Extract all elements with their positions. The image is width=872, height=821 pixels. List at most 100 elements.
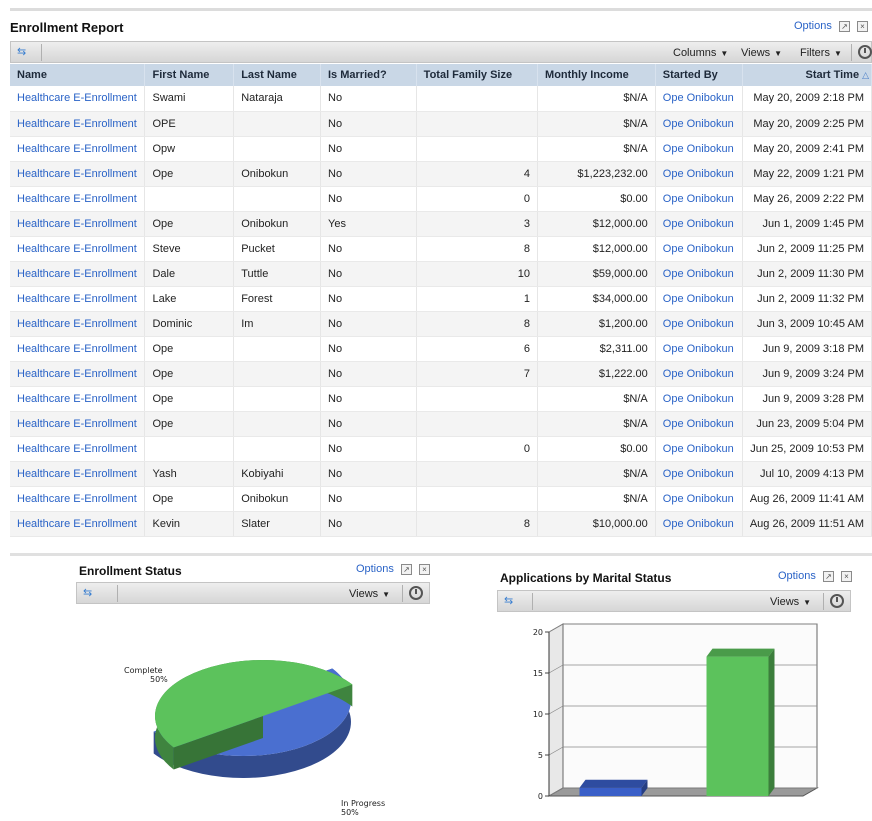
cell-started-by[interactable]: Ope Onibokun [655, 461, 743, 487]
cell-last-name [233, 411, 321, 437]
cell-name[interactable]: Healthcare E-Enrollment [10, 211, 146, 237]
cell-started-by[interactable]: Ope Onibokun [655, 286, 743, 312]
col-header-is-married[interactable]: Is Married? [320, 64, 417, 86]
cell-started-by[interactable]: Ope Onibokun [655, 186, 743, 212]
filters-menu[interactable]: Filters ▼ [800, 47, 842, 59]
table-row[interactable]: Healthcare E-Enrollment Yash Kobiyahi No $N/… [10, 461, 872, 487]
table-row[interactable]: Healthcare E-Enrollment Ope No $N/A Ope Onib… [10, 386, 872, 412]
report-title: Enrollment Report [10, 20, 124, 35]
cell-started-by[interactable]: Ope Onibokun [655, 261, 743, 287]
cell-name[interactable]: Healthcare E-Enrollment [10, 286, 146, 312]
history-icon[interactable] [830, 594, 844, 608]
cell-name[interactable]: Healthcare E-Enrollment [10, 186, 146, 212]
columns-menu[interactable]: Columns ▼ [673, 47, 728, 59]
table-row[interactable]: Healthcare E-Enrollment Ope No 7 $1,222.00 Op… [10, 361, 872, 387]
col-header-name[interactable]: Name [10, 64, 146, 86]
cell-first-name: Yash [144, 461, 235, 487]
status-window-controls: Options ↗ × [356, 563, 430, 575]
marital-toolbar: ⇆ Views ▼ [497, 590, 851, 612]
close-icon[interactable]: × [419, 563, 430, 575]
table-row[interactable]: Healthcare E-Enrollment Ope No 6 $2,311.00 Op… [10, 336, 872, 362]
maximize-icon[interactable]: ↗ [400, 563, 412, 575]
cell-started-by[interactable]: Ope Onibokun [655, 311, 743, 337]
status-views-menu[interactable]: Views ▼ [349, 588, 390, 600]
cell-started-by[interactable]: Ope Onibokun [655, 86, 743, 112]
maximize-icon[interactable]: ↗ [822, 570, 834, 582]
marital-window-controls: Options ↗ × [778, 570, 852, 582]
close-icon[interactable]: × [857, 20, 868, 32]
marital-views-menu[interactable]: Views ▼ [770, 596, 811, 608]
report-options-link[interactable]: Options [794, 20, 832, 32]
cell-name[interactable]: Healthcare E-Enrollment [10, 511, 146, 537]
col-header-start-time[interactable]: Start Time △ [742, 64, 872, 86]
table-row[interactable]: Healthcare E-Enrollment Ope No $N/A Ope Onib… [10, 411, 872, 437]
table-row[interactable]: Healthcare E-Enrollment Ope Onibokun No $N/A… [10, 486, 872, 512]
cell-is-married: No [320, 511, 417, 537]
refresh-icon[interactable]: ⇆ [83, 587, 97, 599]
status-options-link[interactable]: Options [356, 563, 394, 575]
cell-name[interactable]: Healthcare E-Enrollment [10, 411, 146, 437]
cell-started-by[interactable]: Ope Onibokun [655, 411, 743, 437]
cell-name[interactable]: Healthcare E-Enrollment [10, 336, 146, 362]
table-row[interactable]: Healthcare E-Enrollment No 0 $0.00 Ope Onibo… [10, 436, 872, 462]
table-row[interactable]: Healthcare E-Enrollment Ope Onibokun No 4 $1,… [10, 161, 872, 187]
cell-last-name: Onibokun [233, 486, 321, 512]
y-tick-label: 20 [533, 628, 543, 637]
cell-first-name: Lake [144, 286, 235, 312]
col-header-first-name[interactable]: First Name [144, 64, 235, 86]
col-header-monthly-income[interactable]: Monthly Income [537, 64, 656, 86]
cell-name[interactable]: Healthcare E-Enrollment [10, 136, 146, 162]
table-row[interactable]: Healthcare E-Enrollment Opw No $N/A Ope Onib… [10, 136, 872, 162]
table-row[interactable]: Healthcare E-Enrollment Dominic Im No 8 $1,20… [10, 311, 872, 337]
history-icon[interactable] [858, 45, 872, 59]
cell-name[interactable]: Healthcare E-Enrollment [10, 261, 146, 287]
cell-started-by[interactable]: Ope Onibokun [655, 211, 743, 237]
toolbar-separator [402, 585, 403, 602]
cell-started-by[interactable]: Ope Onibokun [655, 511, 743, 537]
cell-started-by[interactable]: Ope Onibokun [655, 336, 743, 362]
cell-monthly-income: $N/A [537, 461, 656, 487]
refresh-icon[interactable]: ⇆ [17, 46, 31, 58]
cell-started-by[interactable]: Ope Onibokun [655, 361, 743, 387]
cell-name[interactable]: Healthcare E-Enrollment [10, 461, 146, 487]
refresh-icon[interactable]: ⇆ [504, 595, 518, 607]
col-header-started-by[interactable]: Started By [655, 64, 743, 86]
cell-family-size [416, 111, 539, 137]
cell-started-by[interactable]: Ope Onibokun [655, 486, 743, 512]
cell-monthly-income: $34,000.00 [537, 286, 656, 312]
table-row[interactable]: Healthcare E-Enrollment Ope Onibokun Yes 3 $1… [10, 211, 872, 237]
table-row[interactable]: Healthcare E-Enrollment Kevin Slater No 8 $10… [10, 511, 872, 537]
table-row[interactable]: Healthcare E-Enrollment No 0 $0.00 Ope Onibo… [10, 186, 872, 212]
cell-started-by[interactable]: Ope Onibokun [655, 136, 743, 162]
table-row[interactable]: Healthcare E-Enrollment Dale Tuttle No 10 $59… [10, 261, 872, 287]
cell-name[interactable]: Healthcare E-Enrollment [10, 436, 146, 462]
cell-monthly-income: $2,311.00 [537, 336, 656, 362]
cell-is-married: Yes [320, 211, 417, 237]
cell-started-by[interactable]: Ope Onibokun [655, 236, 743, 262]
table-row[interactable]: Healthcare E-Enrollment Lake Forest No 1 $34,… [10, 286, 872, 312]
cell-started-by[interactable]: Ope Onibokun [655, 161, 743, 187]
cell-started-by[interactable]: Ope Onibokun [655, 111, 743, 137]
table-row[interactable]: Healthcare E-Enrollment OPE No $N/A Ope Onib… [10, 111, 872, 137]
cell-name[interactable]: Healthcare E-Enrollment [10, 486, 146, 512]
table-row[interactable]: Healthcare E-Enrollment Swami Nataraja No $N… [10, 86, 872, 112]
maximize-icon[interactable]: ↗ [838, 20, 850, 32]
table-row[interactable]: Healthcare E-Enrollment Steve Pucket No 8 $12… [10, 236, 872, 262]
cell-name[interactable]: Healthcare E-Enrollment [10, 86, 146, 112]
cell-started-by[interactable]: Ope Onibokun [655, 386, 743, 412]
cell-name[interactable]: Healthcare E-Enrollment [10, 111, 146, 137]
cell-name[interactable]: Healthcare E-Enrollment [10, 311, 146, 337]
views-menu[interactable]: Views ▼ [741, 47, 782, 59]
cell-family-size [416, 386, 539, 412]
col-header-family-size[interactable]: Total Family Size [416, 64, 539, 86]
col-header-last-name[interactable]: Last Name [233, 64, 321, 86]
cell-started-by[interactable]: Ope Onibokun [655, 436, 743, 462]
cell-name[interactable]: Healthcare E-Enrollment [10, 161, 146, 187]
marital-options-link[interactable]: Options [778, 570, 816, 582]
cell-last-name [233, 386, 321, 412]
cell-name[interactable]: Healthcare E-Enrollment [10, 236, 146, 262]
cell-name[interactable]: Healthcare E-Enrollment [10, 386, 146, 412]
history-icon[interactable] [409, 586, 423, 600]
cell-name[interactable]: Healthcare E-Enrollment [10, 361, 146, 387]
close-icon[interactable]: × [841, 570, 852, 582]
